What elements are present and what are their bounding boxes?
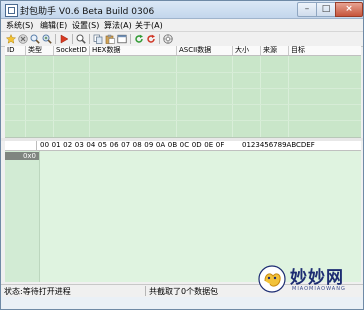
menu-edit[interactable]: 编辑(E) [40,20,67,31]
grid-line [5,120,361,121]
hex-column-labels: 00 01 02 03 04 05 06 07 08 09 0A 0B 0C 0… [40,141,225,149]
toolbar-separator [72,34,73,44]
play-icon[interactable] [59,34,69,44]
ascii-column-labels: 0123456789ABCDEF [242,141,315,149]
menu-settings[interactable]: 设置(S) [72,20,99,31]
refresh-red-icon[interactable] [146,34,156,44]
toolbar-separator [89,34,90,44]
packet-list-header: ID 类型 SocketID HEX数据 ASCII数据 大小 来源 目标 [5,46,361,56]
hex-offset-column: 0x0 [5,151,40,282]
grid-line [5,88,361,89]
packet-count-text: 共截取了0个数据包 [149,287,219,296]
window-title: 封包助手 V0.6 Beta Build 0306 [20,7,155,17]
column-header-hex-data[interactable]: HEX数据 [90,46,177,55]
hex-view-header: 00 01 02 03 04 05 06 07 08 09 0A 0B 0C 0… [5,141,361,151]
grid-line [260,56,261,137]
grid-line [232,56,233,137]
hex-offset-value: 0x0 [5,152,39,160]
watermark-subtext: MIAOMIAOWANG [292,286,346,292]
grid-line [25,56,26,137]
toolbar-separator [130,34,131,44]
title-bar: 封包助手 V0.6 Beta Build 0306 – □ × [1,1,363,19]
column-header-target[interactable]: 目标 [289,46,361,55]
stop-icon[interactable] [18,34,28,44]
grid-line [288,56,289,137]
menu-about[interactable]: 关于(A) [135,20,163,31]
app-window: 封包助手 V0.6 Beta Build 0306 – □ × 系统(S) 编辑… [0,0,364,310]
grid-line [89,56,90,137]
column-header-size[interactable]: 大小 [233,46,261,55]
watermark-text: 妙妙网 [290,268,344,288]
minimize-button[interactable]: – [297,2,317,17]
column-header-ascii-data[interactable]: ASCII数据 [177,46,233,55]
hex-offset-header [5,141,37,150]
star-icon[interactable] [6,34,16,44]
search-plus-icon[interactable] [42,34,52,44]
paste-icon[interactable] [105,34,115,44]
zoom-icon[interactable] [76,34,86,44]
maximize-button[interactable]: □ [316,2,336,17]
grid-line [53,56,54,137]
column-header-source[interactable]: 来源 [261,46,289,55]
window-bottom-edge [1,297,363,309]
status-separator [145,286,146,296]
toolbar [1,32,363,47]
column-header-socket-id[interactable]: SocketID [54,46,90,55]
settings-icon[interactable] [163,34,173,44]
toolbar-separator [159,34,160,44]
window-icon[interactable] [117,34,127,44]
copy-icon[interactable] [93,34,103,44]
toolbar-separator [55,34,56,44]
grid-line [5,72,361,73]
grid-line [176,56,177,137]
grid-line [5,104,361,105]
watermark-logo-icon [257,264,287,294]
packet-list[interactable] [5,56,361,138]
status-text: 状态:等待打开进程 [4,287,71,296]
column-header-type[interactable]: 类型 [26,46,54,55]
menu-bar: 系统(S) 编辑(E) 设置(S) 算法(A) 关于(A) [1,19,363,32]
menu-system[interactable]: 系统(S) [6,20,33,31]
app-icon [5,4,18,17]
refresh-green-icon[interactable] [134,34,144,44]
close-button[interactable]: × [335,2,363,17]
search-icon[interactable] [30,34,40,44]
menu-algorithm[interactable]: 算法(A) [104,20,132,31]
column-header-id[interactable]: ID [5,46,26,55]
